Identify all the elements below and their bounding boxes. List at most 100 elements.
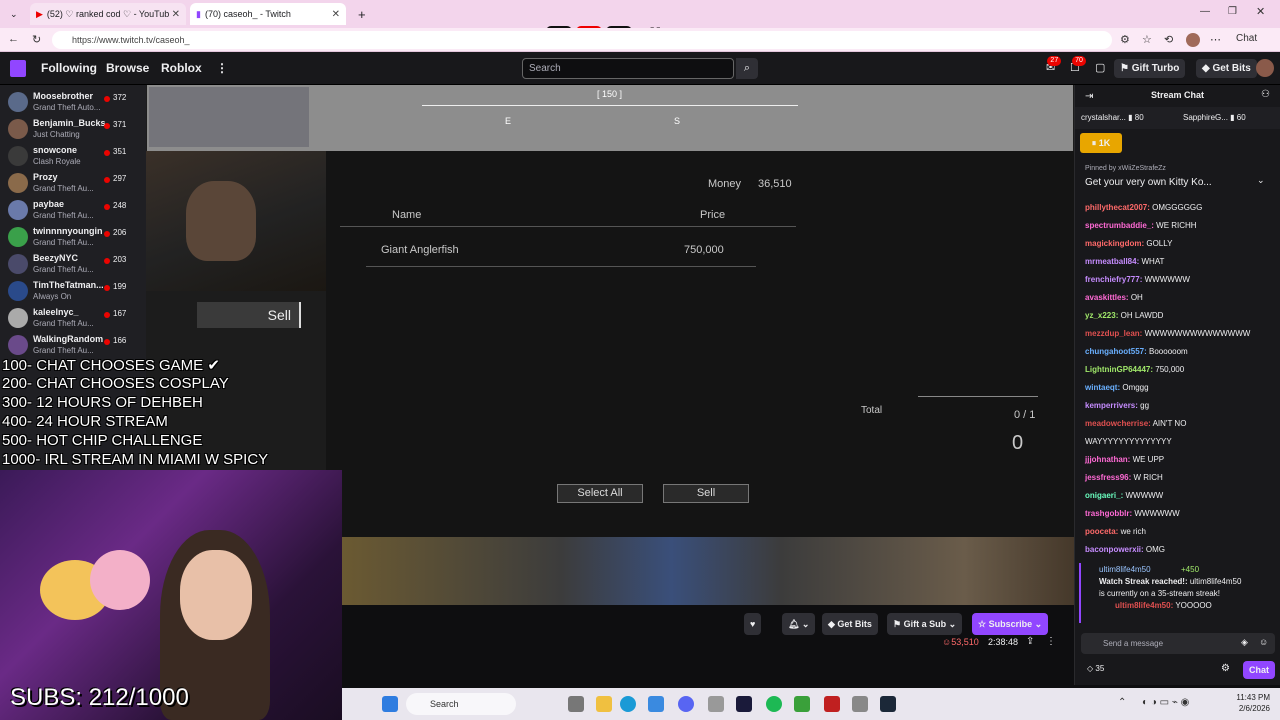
chat-user[interactable]: meadowcherrise: <box>1085 419 1151 428</box>
close-window-icon[interactable]: ✕ <box>1256 5 1265 18</box>
premiere-icon[interactable] <box>736 696 752 712</box>
chat-user[interactable]: yz_x223: <box>1085 311 1118 320</box>
favorites-icon[interactable]: ☆ <box>1142 33 1152 46</box>
notification-bell-icon[interactable]: 🔔︎ ⌄ <box>782 613 816 635</box>
collapse-chat-icon[interactable]: ⇥ <box>1085 91 1093 102</box>
chat-user[interactable]: chungahoot557: <box>1085 347 1147 356</box>
follow-heart-icon[interactable]: ♥ <box>744 613 762 635</box>
sidebar-channel[interactable]: Benjamin_Bucks Just Chatting 371 <box>0 116 146 143</box>
discord-icon[interactable] <box>678 696 694 712</box>
taskbar-search[interactable]: Search <box>406 693 516 715</box>
gift-turbo-button[interactable]: ⚑ Gift Turbo <box>1114 59 1186 78</box>
tray-chevron-icon[interactable]: ⌃ <box>1118 697 1126 708</box>
gift-sub-button[interactable]: ⚑ Gift a Sub ⌄ <box>887 613 963 635</box>
bits-icon[interactable]: ◈ <box>1241 637 1248 648</box>
sidebar-channel[interactable]: Moosebrother Grand Theft Auto... 372 <box>0 89 146 116</box>
back-icon[interactable]: ← <box>8 33 19 45</box>
chat-user[interactable]: LightninGP64447: <box>1085 365 1153 374</box>
store-icon[interactable] <box>648 696 664 712</box>
notifications-icon[interactable]: ☐ 70 <box>1070 56 1086 74</box>
pinned-message[interactable]: Pinned by xWiiZeStrafeZz Get your very o… <box>1081 163 1275 197</box>
get-bits-button[interactable]: ◆ Get Bits <box>822 613 878 635</box>
more-icon[interactable]: ⋯ <box>1210 33 1221 46</box>
item-name[interactable]: Giant Anglerfish <box>381 244 459 256</box>
chat-user[interactable]: phillythecat2007: <box>1085 203 1150 212</box>
sidebar-channel[interactable]: Prozy Grand Theft Au... 297 <box>0 170 146 197</box>
channel-points[interactable]: ◇ 35 <box>1087 664 1104 673</box>
nav-roblox[interactable]: Roblox <box>161 61 202 75</box>
taskbar-date[interactable]: 2/6/2026 <box>1232 704 1270 713</box>
sidebar-channel[interactable]: WalkingRandom Grand Theft Au... 166 <box>0 332 146 359</box>
chat-user[interactable]: onigaeri_: <box>1085 491 1123 500</box>
chat-user[interactable]: frenchiefry777: <box>1085 275 1142 284</box>
tab-actions-button[interactable]: ⌄ <box>4 3 26 25</box>
chat-user[interactable]: avaskittles: <box>1085 293 1129 302</box>
file-explorer-icon[interactable] <box>596 696 612 712</box>
tab-twitch[interactable]: ▮ (70) caseoh_ - Twitch ✕ <box>190 3 346 25</box>
url-field[interactable]: https://www.twitch.tv/caseoh_ <box>52 31 1112 49</box>
chat-user[interactable]: spectrumbaddie_: <box>1085 221 1154 230</box>
emote-icon[interactable]: ☺ <box>1259 637 1268 647</box>
user-avatar[interactable] <box>1256 59 1274 77</box>
select-all-button[interactable]: Select All <box>557 484 643 503</box>
sidebar-channel[interactable]: twinnnnyoungin Grand Theft Au... 206 <box>0 224 146 251</box>
settings-icon[interactable] <box>852 696 868 712</box>
chat-input[interactable]: Send a message ◈ ☺ <box>1081 633 1275 654</box>
search-input[interactable]: Search <box>522 58 734 79</box>
minimize-icon[interactable]: — <box>1200 6 1210 17</box>
tray-icons[interactable]: ◐ ◑ ▭ ⌁ ◉ <box>1142 697 1189 708</box>
nav-following[interactable]: Following <box>41 61 97 75</box>
chat-user[interactable]: jjjohnathan: <box>1085 455 1130 464</box>
new-tab-button[interactable]: + <box>352 3 370 25</box>
history-icon[interactable]: ⟲ <box>1164 33 1173 46</box>
reload-icon[interactable]: ↻ <box>32 33 41 46</box>
sidebar-channel[interactable]: paybae Grand Theft Au... 248 <box>0 197 146 224</box>
settings-icon[interactable]: ⚙ <box>1221 663 1230 674</box>
share-icon[interactable]: ⇪ <box>1026 636 1034 647</box>
tab-youtube[interactable]: ▶ (52) ♡ ranked cod ♡ - YouTub ✕ <box>30 3 186 25</box>
steam-icon[interactable] <box>880 696 896 712</box>
notif-badge: 70 <box>1072 56 1086 66</box>
copilot-chat-button[interactable]: Chat <box>1236 33 1257 44</box>
sidebar-channel[interactable]: snowcone Clash Royale 351 <box>0 143 146 170</box>
chat-user[interactable]: baconpowerxii: <box>1085 545 1144 554</box>
edge-icon[interactable] <box>620 696 636 712</box>
hype-train-badge[interactable]: ⏸ 1K <box>1080 133 1122 153</box>
app-icon[interactable] <box>708 696 724 712</box>
more-icon[interactable]: ⋮ <box>216 61 228 75</box>
chat-send-button[interactable]: Chat <box>1243 661 1275 679</box>
chat-user[interactable]: mezzdup_lean: <box>1085 329 1142 338</box>
profile-avatar[interactable] <box>1186 33 1200 47</box>
search-icon[interactable]: ⌕ <box>736 58 758 79</box>
nav-browse[interactable]: Browse <box>106 61 149 75</box>
start-icon[interactable] <box>382 696 398 712</box>
extensions-icon[interactable]: ⚙ <box>1120 33 1130 46</box>
chat-user[interactable]: kemperrivers: <box>1085 401 1138 410</box>
close-tab-icon[interactable]: ✕ <box>172 9 180 20</box>
chevron-down-icon[interactable]: ⌄ <box>1257 175 1265 186</box>
sell-button[interactable]: Sell <box>663 484 749 503</box>
whispers-icon[interactable]: ▢ <box>1095 61 1105 74</box>
sidebar-channel[interactable]: kaleelnyc_ Grand Theft Au... 167 <box>0 305 146 332</box>
task-view-icon[interactable] <box>568 696 584 712</box>
sidebar-channel[interactable]: TimTheTatman... Always On 199 <box>0 278 146 305</box>
sidebar-channel[interactable]: BeezyNYC Grand Theft Au... 203 <box>0 251 146 278</box>
app-icon[interactable] <box>824 696 840 712</box>
close-tab-icon[interactable]: ✕ <box>332 9 340 20</box>
inbox-icon[interactable]: ✉ 27 <box>1046 56 1062 74</box>
chat-user[interactable]: wintaeqt: <box>1085 383 1120 392</box>
users-icon[interactable]: ⚇ <box>1261 89 1270 100</box>
maximize-icon[interactable]: ❐ <box>1228 6 1237 17</box>
spotify-icon[interactable] <box>766 696 782 712</box>
get-bits-button[interactable]: ◆ Get Bits <box>1196 59 1257 78</box>
taskbar-time[interactable]: 11:43 PM <box>1236 693 1270 702</box>
twitch-logo-icon[interactable] <box>10 60 26 77</box>
chat-user[interactable]: magickingdom: <box>1085 239 1144 248</box>
xbox-icon[interactable] <box>794 696 810 712</box>
more-icon[interactable]: ⋮ <box>1046 636 1056 647</box>
chat-user[interactable]: pooceta: <box>1085 527 1118 536</box>
chat-user[interactable]: trashgobblr: <box>1085 509 1132 518</box>
chat-user[interactable]: mrmeatball84: <box>1085 257 1139 266</box>
subscribe-button[interactable]: ☆ Subscribe ⌄ <box>972 613 1049 635</box>
chat-user[interactable]: jessfress96: <box>1085 473 1131 482</box>
